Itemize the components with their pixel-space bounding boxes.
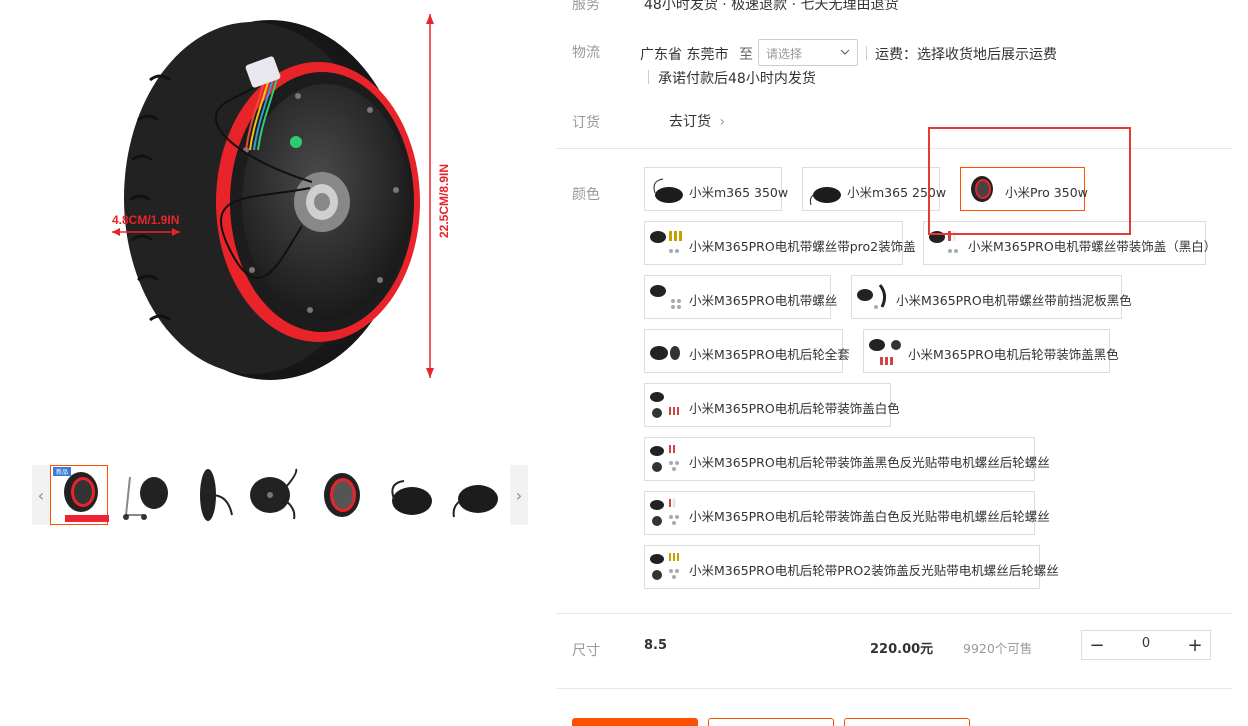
thumbnail-strip: ‹ 新品 › [32, 465, 528, 525]
thumbnail-7[interactable] [446, 465, 504, 525]
quantity-input[interactable]: 0 [1112, 636, 1180, 651]
color-option-1[interactable]: 小米m365 350w [644, 167, 788, 211]
ship-to-word: 至 [739, 47, 753, 63]
chevron-right-icon: › [719, 114, 726, 130]
color-label: 颜色 [572, 187, 600, 203]
color-option-11[interactable]: 小米M365PRO电机后轮带装饰盖黑色反光贴带电机螺丝后轮螺丝 [644, 437, 1050, 481]
color-option-8[interactable]: 小米M365PRO电机后轮全套 [644, 329, 850, 373]
quantity-increase-button[interactable]: + [1180, 631, 1210, 659]
thumbnail-3[interactable] [182, 465, 240, 525]
color-option-2[interactable]: 小米m365 250w [802, 167, 946, 211]
destination-select-placeholder: 请选择 [766, 47, 803, 61]
color-option-6[interactable]: 小米M365PRO电机带螺丝 [644, 275, 837, 319]
quantity-stepper: − 0 + [1081, 630, 1211, 660]
size-label: 尺寸 [572, 643, 600, 659]
height-dimension-label: 22.5CM/8.9IN [437, 164, 451, 238]
color-option-label: 小米M365PRO电机后轮带装饰盖白色反光贴带电机螺丝后轮螺丝 [689, 509, 1050, 524]
quantity-decrease-button[interactable]: − [1082, 631, 1112, 659]
color-option-label: 小米M365PRO电机后轮全套 [689, 347, 850, 362]
thumbnail-5[interactable] [314, 465, 372, 525]
thumbnail-prev-arrow[interactable]: ‹ [32, 465, 50, 525]
go-order-link[interactable]: 去订货 › [669, 111, 725, 131]
color-option-3-selected[interactable]: 小米Pro 350w [960, 167, 1088, 211]
main-product-image: 4.8CM/1.9IN 22.5CM/8.9IN [40, 0, 520, 440]
width-dimension-label: 4.8CM/1.9IN [112, 213, 179, 227]
shipping-fee: 运费：选择收货地后展示运费 [875, 47, 1057, 63]
chevron-down-icon [840, 49, 850, 55]
go-order-text: 去订货 [669, 114, 711, 130]
thumbnail-6[interactable] [380, 465, 438, 525]
service-value[interactable]: 48小时发货 · 极速退款 · 七天无理由退货 [644, 0, 899, 14]
order-label: 订货 [572, 115, 600, 131]
tertiary-action-button[interactable] [844, 718, 970, 726]
thumbnail-2[interactable] [116, 465, 174, 525]
color-option-label: 小米M365PRO电机后轮带装饰盖黑色反光贴带电机螺丝后轮螺丝 [689, 455, 1050, 470]
divider-bar [648, 70, 649, 84]
color-option-9[interactable]: 小米M365PRO电机后轮带装饰盖黑色 [863, 329, 1119, 373]
divider-bar [866, 46, 867, 60]
color-option-7[interactable]: 小米M365PRO电机带螺丝带前挡泥板黑色 [851, 275, 1132, 319]
color-option-label: 小米M365PRO电机带螺丝带前挡泥板黑色 [896, 293, 1132, 308]
color-option-label: 小米M365PRO电机带螺丝带装饰盖（黑白） [968, 239, 1217, 254]
section-divider [556, 688, 1232, 689]
logistics-label: 物流 [572, 45, 600, 61]
size-value: 8.5 [644, 638, 668, 653]
color-option-12[interactable]: 小米M365PRO电机后轮带装饰盖白色反光贴带电机螺丝后轮螺丝 [644, 491, 1050, 535]
color-option-5[interactable]: 小米M365PRO电机带螺丝带装饰盖（黑白） [923, 221, 1216, 265]
color-option-label: 小米M365PRO电机后轮带装饰盖黑色 [908, 347, 1119, 362]
service-label: 服务 [572, 0, 600, 13]
thumbnail-next-arrow[interactable]: › [510, 465, 528, 525]
thumbnail-1[interactable]: 新品 [50, 465, 109, 525]
thumbnail-4[interactable] [246, 465, 304, 525]
color-option-4[interactable]: 小米M365PRO电机带螺丝带pro2装饰盖 [644, 221, 916, 265]
color-option-label: 小米m365 250w [847, 185, 947, 200]
thumb-badge [65, 515, 109, 522]
shipping-promise: 承诺付款后48小时内发货 [658, 71, 816, 87]
section-divider [556, 613, 1232, 614]
new-tag: 新品 [53, 467, 72, 476]
color-option-label: 小米M365PRO电机后轮带装饰盖白色 [689, 401, 900, 416]
primary-action-button[interactable] [572, 718, 698, 726]
secondary-action-button[interactable] [708, 718, 834, 726]
destination-select[interactable]: 请选择 [758, 39, 858, 66]
color-option-label: 小米M365PRO电机带螺丝 [689, 293, 838, 308]
section-divider [556, 148, 1232, 149]
color-option-label: 小米M365PRO电机带螺丝带pro2装饰盖 [689, 239, 916, 254]
stock-available: 9920个可售 [963, 641, 1033, 656]
color-option-label: 小米M365PRO电机后轮带PRO2装饰盖反光贴带电机螺丝后轮螺丝 [689, 563, 1059, 578]
unit-price: 220.00元 [870, 642, 934, 657]
color-option-13[interactable]: 小米M365PRO电机后轮带PRO2装饰盖反光贴带电机螺丝后轮螺丝 [644, 545, 1059, 589]
color-option-label: 小米m365 350w [689, 185, 789, 200]
color-option-label: 小米Pro 350w [1005, 185, 1088, 200]
ship-from: 广东省 东莞市 [640, 47, 729, 63]
color-option-10[interactable]: 小米M365PRO电机后轮带装饰盖白色 [644, 383, 900, 427]
